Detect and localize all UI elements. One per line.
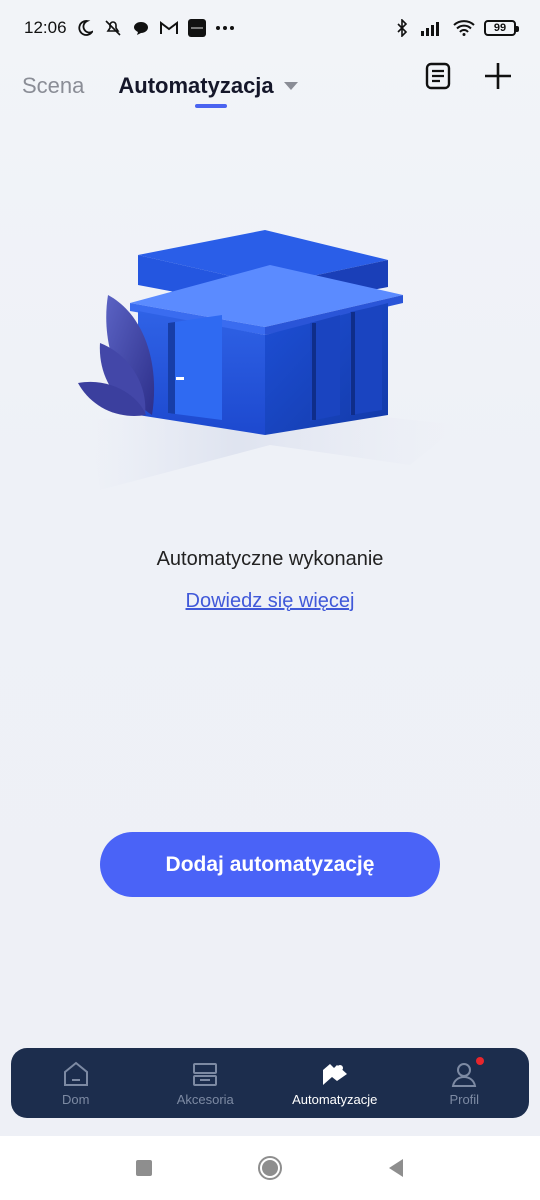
more-icon (215, 18, 235, 38)
add-button[interactable] (482, 60, 514, 92)
nav-item-label: Dom (62, 1092, 90, 1107)
status-bar: 12:06 99 (0, 0, 540, 56)
chat-icon (131, 18, 151, 38)
add-automation-button[interactable]: Dodaj automatyzację (100, 832, 440, 897)
log-icon (425, 62, 451, 90)
nav-item-label: Profil (449, 1092, 480, 1107)
tab-automation-label: Automatyzacja (118, 73, 274, 98)
notification-badge (476, 1057, 485, 1065)
header-actions (422, 60, 514, 92)
tab-scene[interactable]: Scena (22, 73, 84, 99)
battery-icon: 99 (484, 20, 519, 36)
app-icon (187, 18, 207, 38)
circle-icon (258, 1156, 282, 1180)
bluetooth-icon (392, 18, 412, 38)
devices-icon (190, 1059, 220, 1089)
active-tab-indicator (195, 104, 227, 108)
automation-icon (320, 1059, 350, 1089)
mute-icon (103, 18, 123, 38)
recents-button[interactable] (131, 1155, 157, 1181)
status-right: 99 (392, 18, 519, 38)
chevron-down-icon (283, 82, 298, 90)
tab-automation[interactable]: Automatyzacja (118, 73, 298, 99)
add-icon (485, 63, 511, 89)
status-left: 12:06 (24, 18, 235, 38)
nav-item-home[interactable]: Dom (16, 1059, 136, 1107)
empty-state-title: Automatyczne wykonanie (156, 548, 384, 570)
nav-item-label: Automatyzacje (292, 1092, 378, 1107)
nav-item-label: Akcesoria (176, 1092, 234, 1107)
moon-icon (75, 18, 95, 38)
square-icon (136, 1160, 152, 1176)
back-button[interactable] (383, 1155, 409, 1181)
gmail-icon (159, 18, 179, 38)
empty-state-illustration (60, 215, 480, 505)
system-navigation (0, 1136, 540, 1200)
home-icon (61, 1059, 91, 1089)
status-time: 12:06 (24, 18, 67, 37)
log-button[interactable] (422, 60, 454, 92)
profile-icon (449, 1059, 479, 1089)
wifi-icon (452, 18, 476, 38)
triangle-back-icon (389, 1159, 403, 1177)
nav-item-automations[interactable]: Automatyzacje (275, 1059, 395, 1107)
nav-item-profile[interactable]: Profil (404, 1057, 524, 1107)
home-button[interactable] (257, 1155, 283, 1181)
learn-more-link[interactable]: Dowiedz się więcej (0, 590, 540, 613)
nav-item-accessories[interactable]: Akcesoria (145, 1059, 265, 1107)
signal-icon (420, 18, 444, 38)
bottom-navigation: Dom Akcesoria Automatyzacje Profil (11, 1048, 529, 1118)
